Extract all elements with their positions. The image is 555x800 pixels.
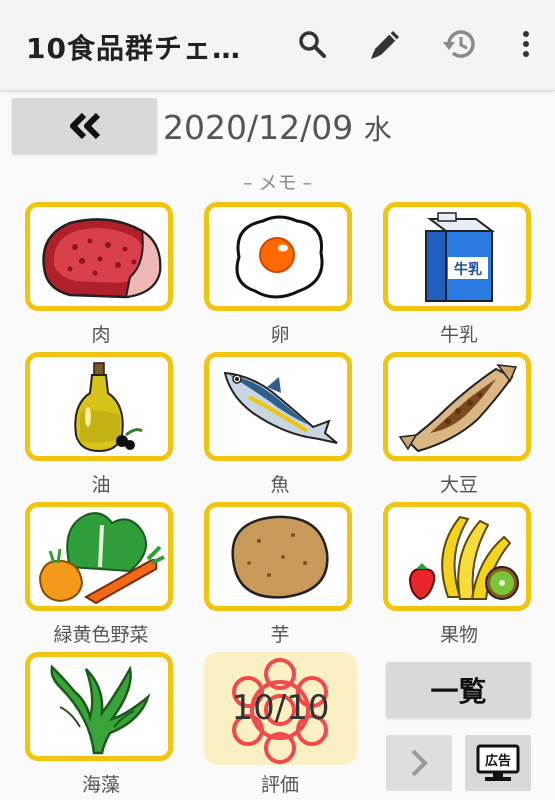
natto-icon: [398, 364, 518, 453]
food-tile-oil[interactable]: [25, 352, 173, 461]
pencil-icon: [371, 31, 399, 59]
milk-icon: 牛乳: [425, 212, 495, 302]
food-tile-meat[interactable]: [25, 202, 173, 311]
food-label-potato: 芋: [270, 624, 290, 646]
food-tile-milk[interactable]: 牛乳: [383, 202, 531, 311]
history-icon: [443, 30, 475, 58]
vegetables-icon: [38, 512, 165, 605]
more-menu-button[interactable]: [502, 20, 550, 68]
search-icon: [299, 31, 326, 58]
evaluation-label: 評価: [260, 774, 299, 796]
food-label-seaweed: 海藻: [81, 774, 120, 796]
previous-day-button[interactable]: [12, 98, 157, 154]
app-bar: 10食品群チェ…: [0, 0, 555, 91]
edit-button[interactable]: [362, 20, 410, 68]
fruits-icon: [408, 515, 519, 601]
app-title: 10食品群チェ…: [26, 32, 241, 65]
food-tile-fruits[interactable]: [383, 502, 531, 611]
food-label-soybean: 大豆: [439, 474, 478, 496]
history-button[interactable]: [436, 20, 484, 68]
food-label-fruits: 果物: [439, 624, 478, 646]
food-label-egg: 卵: [270, 324, 290, 346]
food-tile-green-vegetables[interactable]: [25, 502, 173, 611]
date-display: 2020/12/09 水: [163, 108, 392, 148]
milk-carton-text: 牛乳: [454, 261, 482, 278]
more-vert-icon: [523, 31, 529, 57]
evaluation-card[interactable]: 10/10: [204, 652, 357, 765]
fish-icon: [223, 371, 338, 444]
food-label-meat: 肉: [91, 324, 111, 346]
food-label-green-vegetables: 緑黄色野菜: [53, 624, 149, 646]
egg-icon: [235, 215, 324, 299]
meat-icon: [42, 218, 162, 299]
seaweed-icon: [50, 664, 151, 755]
food-label-oil: 油: [91, 474, 111, 496]
memo-link[interactable]: – メモ –: [0, 168, 555, 195]
food-tile-fish[interactable]: [204, 352, 352, 461]
ad-button[interactable]: 広告: [465, 735, 531, 791]
food-label-fish: 魚: [270, 474, 290, 496]
date-text: 2020/12/09: [163, 108, 354, 147]
food-tile-seaweed[interactable]: [25, 652, 173, 761]
oil-icon: [74, 362, 143, 453]
food-tile-egg[interactable]: [204, 202, 352, 311]
search-button[interactable]: [288, 20, 336, 68]
ad-label: 広告: [485, 753, 511, 769]
monitor-ad-icon: 広告: [476, 744, 520, 781]
food-tile-soybean[interactable]: [383, 352, 531, 461]
next-day-button[interactable]: [386, 735, 452, 791]
food-tile-potato[interactable]: [204, 502, 352, 611]
weekday-text: 水: [363, 113, 392, 146]
double-chevron-left-icon: [69, 112, 100, 140]
list-button[interactable]: 一覧: [386, 662, 531, 718]
chevron-right-icon: [411, 749, 428, 777]
potato-icon: [231, 515, 329, 599]
evaluation-score: 10/10: [231, 688, 330, 728]
food-label-milk: 牛乳: [439, 324, 478, 346]
